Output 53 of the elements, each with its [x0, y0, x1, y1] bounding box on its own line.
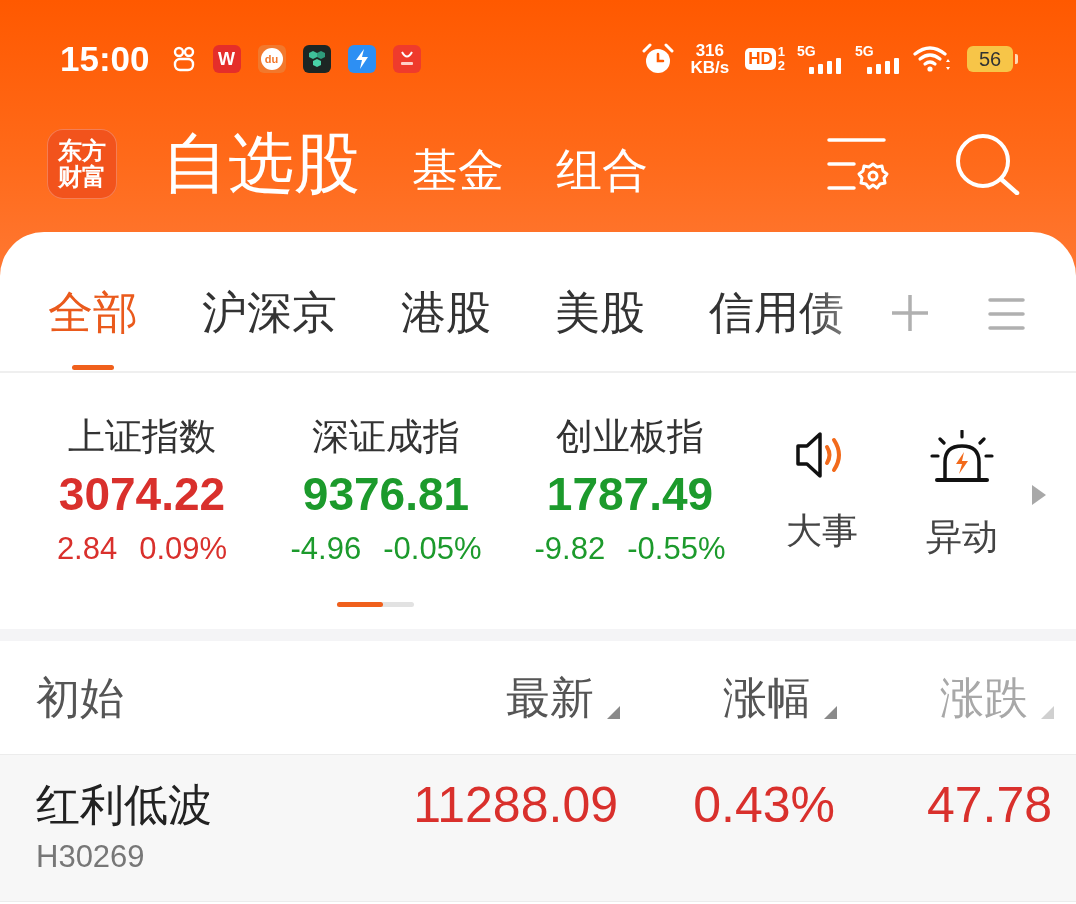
- index-name: 创业板指: [556, 415, 704, 459]
- letter-app-icon: W: [212, 45, 241, 73]
- index-change: -4.96: [290, 532, 362, 566]
- status-time: 15:00: [60, 39, 150, 79]
- circles-app-icon: [171, 46, 196, 72]
- list-settings-icon[interactable]: [826, 136, 890, 192]
- index-change: 2.84: [56, 532, 118, 566]
- market-tab[interactable]: 美股: [555, 285, 645, 371]
- wifi-icon: [913, 45, 951, 73]
- index-change-percent: -0.55%: [627, 532, 726, 566]
- network-speed-unit: KB/s: [690, 59, 730, 76]
- ring-letter-app-icon: du: [257, 45, 286, 73]
- change-amount: 47.78: [925, 776, 1053, 835]
- market-tab[interactable]: 港股: [401, 285, 491, 371]
- index-value: 1787.49: [546, 470, 714, 518]
- change-percent: 0.43%: [692, 776, 836, 835]
- hd-badge: HD: [745, 48, 776, 70]
- shortcut-button[interactable]: 异动: [892, 373, 1032, 602]
- index-change-percent: -0.05%: [383, 532, 482, 566]
- network-type-label: 5G: [855, 44, 874, 58]
- network-type-label: 5G: [797, 44, 816, 58]
- market-tab[interactable]: 信用债: [709, 285, 844, 371]
- stock-name: 红利低波: [36, 779, 212, 831]
- column-header[interactable]: 涨幅: [723, 672, 811, 723]
- market-tab[interactable]: 沪深京: [202, 285, 337, 371]
- index-name: 深证成指: [312, 415, 460, 459]
- battery-indicator: 56: [967, 46, 1018, 72]
- sort-triangle-icon: [607, 705, 620, 719]
- app-logo: 东方财富: [47, 129, 117, 199]
- latest-price: 11288.09: [412, 776, 619, 835]
- index-name: 上证指数: [68, 415, 216, 459]
- stock-code: H30269: [36, 839, 145, 875]
- sim-slot-number: 2: [777, 59, 785, 73]
- column-header[interactable]: 最新: [506, 672, 594, 723]
- sim-slot-number: 1: [777, 45, 785, 59]
- index-change-percent: 0.09%: [139, 532, 228, 566]
- sort-triangle-icon: [824, 705, 837, 719]
- search-icon[interactable]: [954, 133, 1020, 195]
- add-icon[interactable]: [890, 293, 930, 333]
- index-value: 9376.81: [302, 470, 470, 518]
- scroll-right-icon[interactable]: [1032, 485, 1046, 505]
- network-speed-value: 316: [695, 42, 724, 59]
- shortcut-button[interactable]: 大事: [752, 373, 892, 602]
- watchlist-row[interactable]: 红利低波 H30269 11288.09 0.43% 47.78: [0, 754, 1076, 902]
- signal-bars-icon: [867, 58, 901, 74]
- menu-icon[interactable]: [988, 297, 1025, 331]
- index-value: 3074.22: [58, 470, 226, 518]
- index-change: -9.82: [534, 532, 606, 566]
- alarm-clock-icon: [642, 43, 675, 75]
- market-tab[interactable]: 全部: [48, 285, 138, 371]
- signal-bars-icon: [809, 58, 843, 74]
- group-label: 初始: [36, 671, 125, 724]
- sort-triangle-icon: [1041, 705, 1054, 719]
